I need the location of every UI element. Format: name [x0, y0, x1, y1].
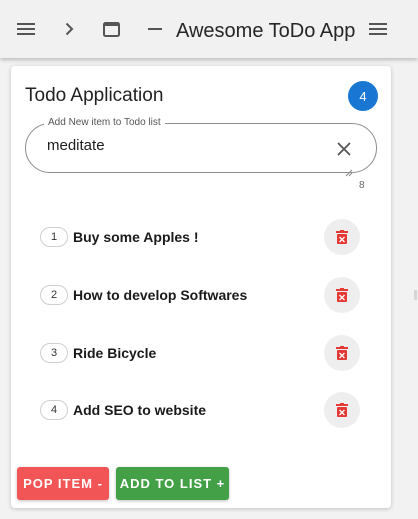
minimize-icon[interactable]: [147, 17, 163, 41]
menu-icon[interactable]: [16, 17, 36, 41]
trash-icon: [336, 288, 348, 302]
character-count: 8: [359, 180, 365, 191]
todo-item-number: 1: [40, 227, 68, 247]
menu-icon[interactable]: [368, 17, 388, 41]
todo-card: Todo Application 4 Add New item to Todo …: [11, 66, 391, 508]
trash-icon: [336, 403, 348, 417]
scrollbar-edge: [414, 290, 417, 300]
delete-button[interactable]: [324, 392, 360, 428]
todo-input-label: Add New item to Todo list: [44, 116, 165, 130]
resize-handle-icon[interactable]: [345, 164, 353, 182]
close-icon[interactable]: [334, 139, 354, 159]
todo-input-field[interactable]: Add New item to Todo list meditate: [25, 116, 377, 177]
delete-button[interactable]: [324, 277, 360, 313]
todo-input-value[interactable]: meditate: [47, 137, 105, 155]
chevron-right-icon[interactable]: [62, 17, 76, 41]
todo-item-text: How to develop Softwares: [73, 287, 248, 303]
todo-item-text: Add SEO to website: [73, 402, 207, 418]
todo-item: 2 How to develop Softwares: [40, 277, 362, 313]
todo-count-badge: 4: [348, 81, 378, 111]
trash-icon: [336, 346, 348, 360]
pop-item-button[interactable]: POP ITEM -: [17, 467, 109, 500]
window-icon[interactable]: [102, 17, 120, 41]
todo-item: 3 Ride Bicycle: [40, 335, 362, 371]
delete-button[interactable]: [324, 219, 360, 255]
trash-icon: [336, 230, 348, 244]
todo-item-text: Buy some Apples !: [73, 229, 199, 245]
todo-item-number: 4: [40, 400, 68, 420]
app-title: Awesome ToDo App: [176, 20, 356, 42]
todo-item-number: 3: [40, 343, 68, 363]
todo-item-number: 2: [40, 285, 68, 305]
card-title: Todo Application: [25, 85, 164, 106]
todo-item: 1 Buy some Apples !: [40, 219, 362, 255]
todo-item: 4 Add SEO to website: [40, 392, 362, 428]
todo-item-text: Ride Bicycle: [73, 345, 157, 361]
delete-button[interactable]: [324, 335, 360, 371]
add-to-list-button[interactable]: ADD TO LIST +: [116, 467, 229, 500]
app-toolbar: Awesome ToDo App: [0, 0, 418, 58]
